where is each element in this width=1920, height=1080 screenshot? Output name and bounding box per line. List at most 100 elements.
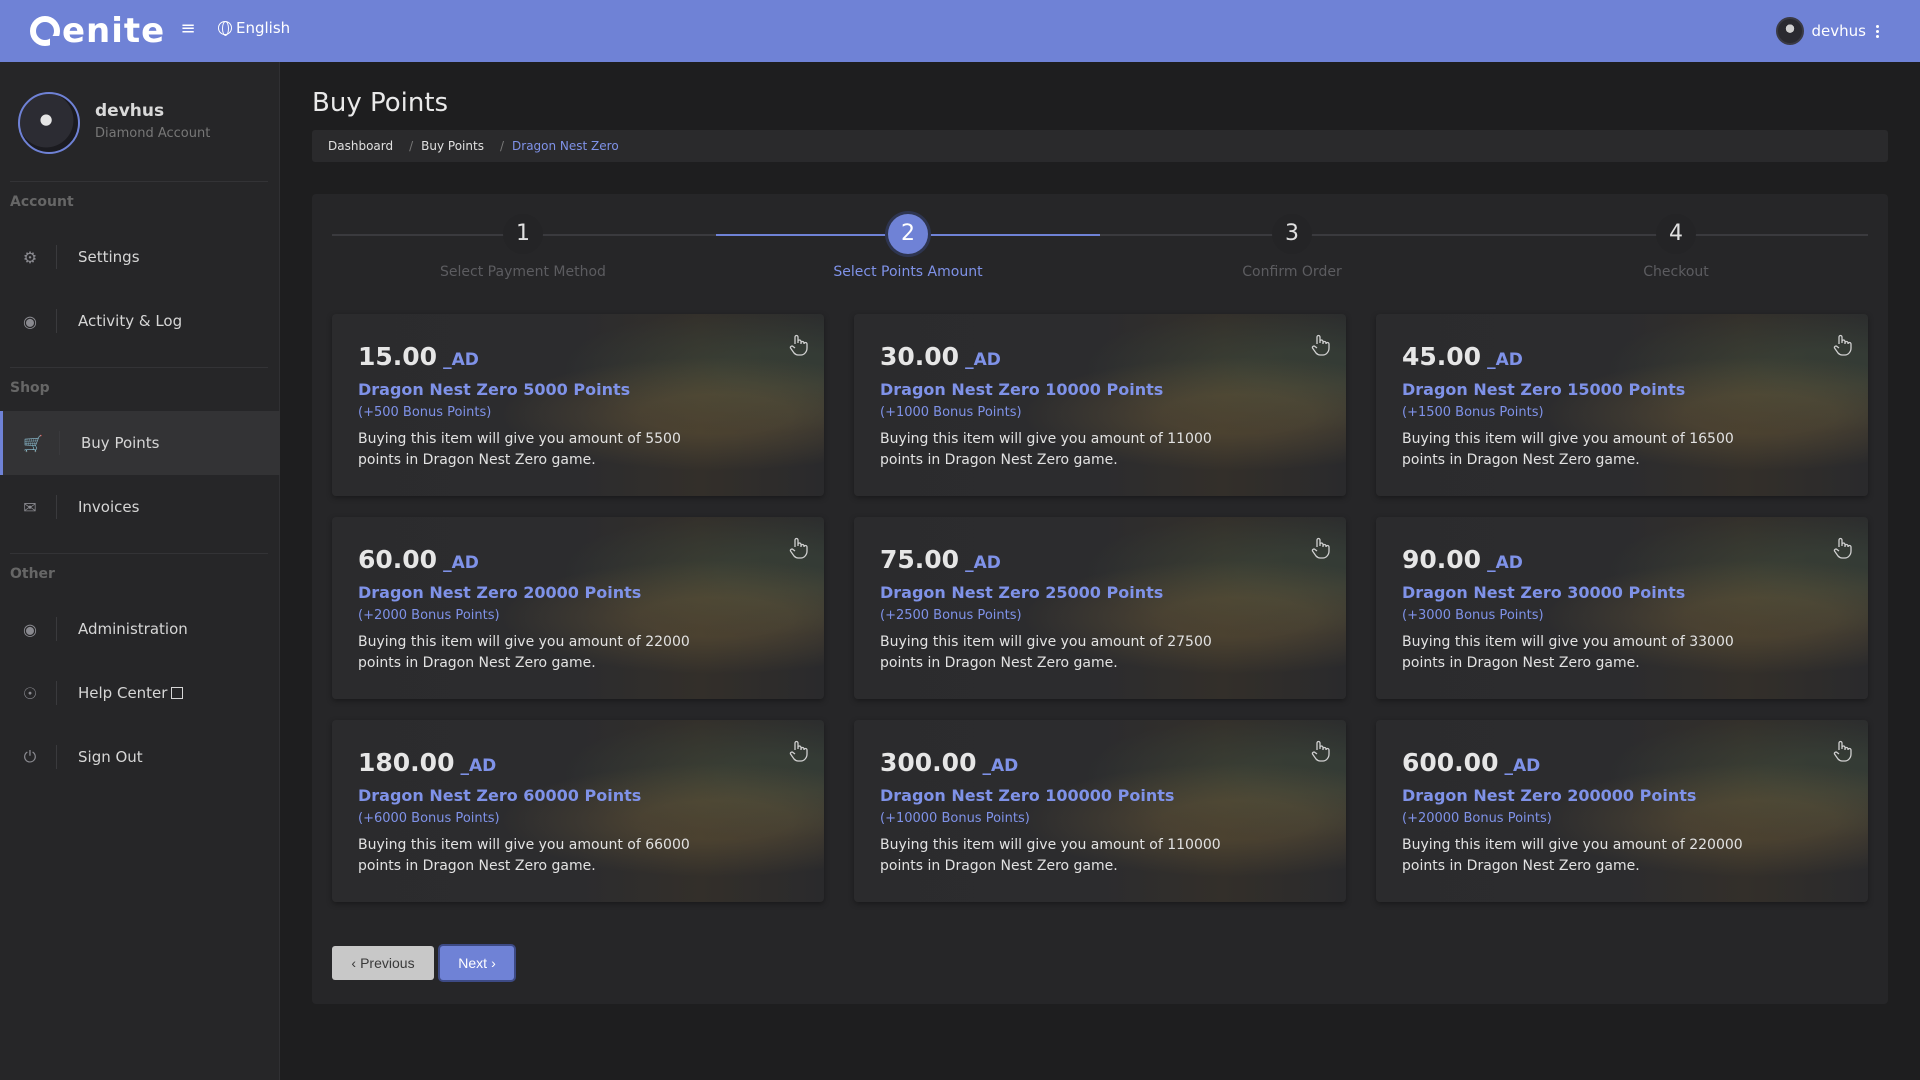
package-card[interactable]: 75.00 _AD Dragon Nest Zero 25000 Points (…: [854, 517, 1346, 699]
step-number: 3: [1272, 214, 1312, 254]
step-label: Select Points Amount: [833, 264, 983, 280]
sidebar-item-sign-out[interactable]: ⏻ Sign Out: [0, 725, 280, 789]
sidebar-item-label: Settings: [78, 248, 140, 266]
page-title: Buy Points: [312, 88, 449, 118]
hand-pointer-icon: [789, 740, 808, 762]
avatar: [1775, 17, 1804, 45]
step-4[interactable]: 4 Checkout: [1576, 214, 1776, 280]
sidebar-item-label: Help Center: [78, 684, 184, 702]
package-title: Dragon Nest Zero 30000 Points: [1402, 583, 1686, 602]
package-price: 45.00 _AD: [1402, 342, 1523, 371]
package-price: 90.00 _AD: [1402, 545, 1523, 574]
sidebar-item-label: Invoices: [78, 498, 140, 516]
package-bonus: (+10000 Bonus Points): [880, 811, 1030, 826]
power-icon: ⏻: [23, 747, 37, 766]
currency-label: _AD: [443, 553, 479, 573]
sidebar-item-label: Activity & Log: [78, 312, 183, 330]
hamburger-icon[interactable]: ≡: [180, 18, 196, 40]
step-1[interactable]: 1 Select Payment Method: [423, 214, 623, 280]
hand-pointer-icon: [1311, 537, 1330, 559]
hand-pointer-icon: [1833, 334, 1852, 356]
sidebar-divider: [10, 367, 268, 368]
currency-label: _AD: [460, 756, 497, 776]
next-button[interactable]: Next ›: [440, 946, 514, 980]
package-card[interactable]: 180.00 _AD Dragon Nest Zero 60000 Points …: [332, 720, 824, 902]
globe-icon: [218, 21, 232, 36]
sidebar-divider: [10, 181, 268, 182]
step-label: Checkout: [1643, 264, 1709, 280]
nav-separator: [56, 495, 57, 519]
language-label: English: [236, 19, 291, 37]
profile-avatar: [18, 92, 80, 154]
nav-separator: [59, 431, 60, 455]
sidebar-item-buy-points[interactable]: 🛒 Buy Points: [0, 411, 280, 475]
step-label: Select Payment Method: [440, 264, 606, 280]
currency-label: _AD: [1504, 756, 1541, 776]
step-2[interactable]: 2 Select Points Amount: [808, 214, 1008, 280]
package-card[interactable]: 15.00 _AD Dragon Nest Zero 5000 Points (+…: [332, 314, 824, 496]
sidebar-profile: devhus Diamond Account: [18, 92, 268, 156]
language-selector[interactable]: English: [218, 17, 290, 39]
sidebar-item-administration[interactable]: ◉ Administration: [0, 597, 280, 661]
headset-icon: ☉: [22, 683, 38, 703]
package-title: Dragon Nest Zero 100000 Points: [880, 786, 1175, 805]
package-bonus: (+2000 Bonus Points): [358, 608, 500, 623]
package-title: Dragon Nest Zero 10000 Points: [880, 380, 1164, 399]
hand-pointer-icon: [1311, 740, 1330, 762]
sidebar: devhus Diamond Account Account ⚙ Setting…: [0, 62, 280, 1080]
package-bonus: (+3000 Bonus Points): [1402, 608, 1544, 623]
breadcrumb-buy-points[interactable]: Buy Points: [421, 139, 484, 153]
gear-icon: ⚙: [22, 247, 38, 267]
package-description: Buying this item will give you amount of…: [880, 837, 1221, 874]
envelope-icon: ✉: [23, 497, 37, 517]
package-title: Dragon Nest Zero 25000 Points: [880, 583, 1164, 602]
package-bonus: (+20000 Bonus Points): [1402, 811, 1552, 826]
package-card[interactable]: 30.00 _AD Dragon Nest Zero 10000 Points (…: [854, 314, 1346, 496]
package-title: Dragon Nest Zero 5000 Points: [358, 380, 631, 399]
sidebar-item-settings[interactable]: ⚙ Settings: [0, 225, 280, 289]
package-description: Buying this item will give you amount of…: [1402, 837, 1743, 874]
nav-separator: [56, 245, 57, 269]
package-card[interactable]: 600.00 _AD Dragon Nest Zero 200000 Points…: [1376, 720, 1868, 902]
hand-pointer-icon: [789, 537, 808, 559]
section-label-shop: Shop: [10, 380, 50, 396]
previous-button[interactable]: ‹ Previous: [332, 946, 434, 980]
sidebar-item-activity-log[interactable]: ◉ Activity & Log: [0, 289, 280, 353]
hand-pointer-icon: [1311, 334, 1330, 356]
package-bonus: (+2500 Bonus Points): [880, 608, 1022, 623]
step-number: 4: [1656, 214, 1696, 254]
external-link-icon: [171, 687, 184, 699]
package-description: Buying this item will give you amount of…: [1402, 634, 1734, 671]
logo-text: enite: [62, 11, 166, 51]
package-title: Dragon Nest Zero 20000 Points: [358, 583, 642, 602]
breadcrumb-dashboard[interactable]: Dashboard: [328, 139, 393, 153]
hand-pointer-icon: [1833, 740, 1852, 762]
package-description: Buying this item will give you amount of…: [1402, 431, 1734, 468]
package-price: 30.00 _AD: [880, 342, 1001, 371]
previous-label: Previous: [360, 955, 415, 971]
brand-logo[interactable]: enite: [30, 11, 166, 51]
sidebar-item-invoices[interactable]: ✉ Invoices: [0, 475, 280, 539]
cart-icon: 🛒: [23, 433, 43, 453]
user-menu[interactable]: devhus: [1775, 15, 1880, 47]
package-title: Dragon Nest Zero 15000 Points: [1402, 380, 1686, 399]
package-card[interactable]: 60.00 _AD Dragon Nest Zero 20000 Points (…: [332, 517, 824, 699]
package-card[interactable]: 45.00 _AD Dragon Nest Zero 15000 Points (…: [1376, 314, 1868, 496]
package-card[interactable]: 300.00 _AD Dragon Nest Zero 100000 Points…: [854, 720, 1346, 902]
kebab-menu-icon[interactable]: [1874, 24, 1880, 38]
section-label-account: Account: [10, 194, 74, 210]
nav-separator: [56, 745, 57, 769]
package-card[interactable]: 90.00 _AD Dragon Nest Zero 30000 Points (…: [1376, 517, 1868, 699]
step-3[interactable]: 3 Confirm Order: [1192, 214, 1392, 280]
currency-label: _AD: [965, 553, 1001, 573]
next-label: Next: [458, 955, 488, 971]
package-description: Buying this item will give you amount of…: [880, 431, 1212, 468]
package-title: Dragon Nest Zero 60000 Points: [358, 786, 642, 805]
package-bonus: (+1500 Bonus Points): [1402, 405, 1544, 420]
step-number: 1: [503, 214, 543, 254]
package-description: Buying this item will give you amount of…: [880, 634, 1212, 671]
sidebar-item-help-center[interactable]: ☉ Help Center: [0, 661, 280, 725]
profile-name: devhus: [95, 101, 165, 121]
package-price: 180.00 _AD: [358, 748, 497, 777]
currency-label: _AD: [1487, 553, 1523, 573]
